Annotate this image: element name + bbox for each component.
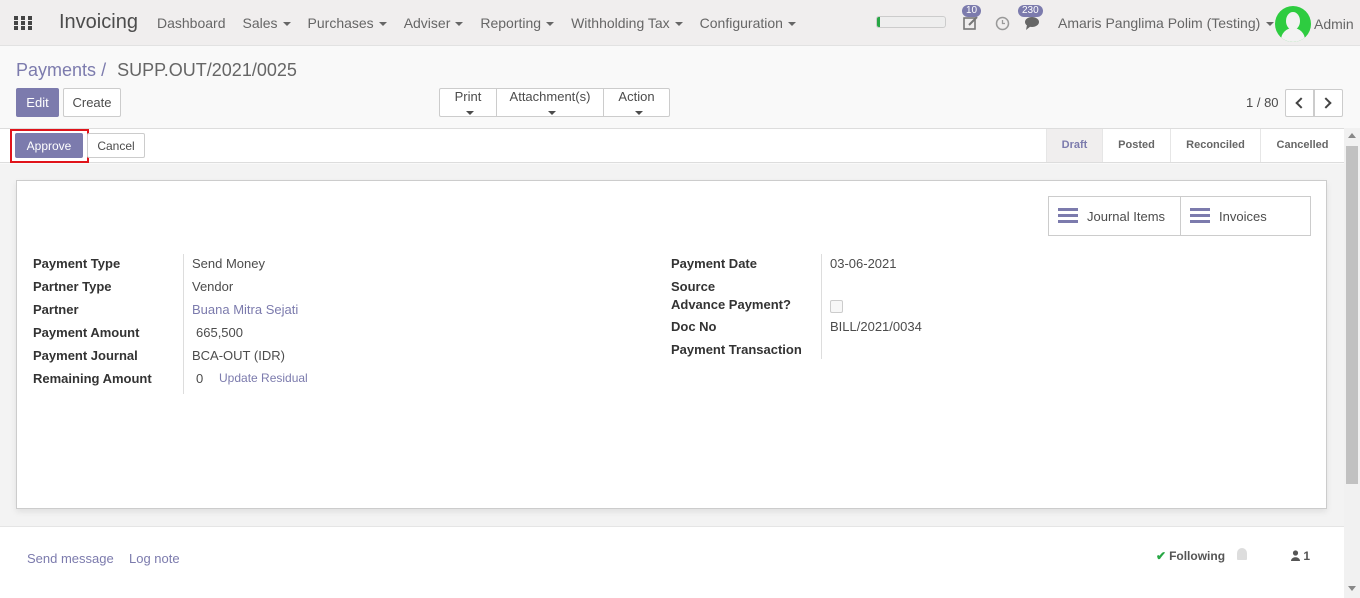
send-message-link[interactable]: Send message [27, 551, 114, 566]
pager-previous-button[interactable] [1285, 89, 1314, 117]
field-label-payment-amount: Payment Amount [33, 325, 140, 340]
messages-count-badge: 230 [1018, 5, 1043, 17]
top-navbar: Invoicing Dashboard Sales Purchases Advi… [0, 0, 1360, 46]
field-payment-journal: BCA-OUT (IDR) [192, 348, 285, 363]
caret-down-icon [455, 22, 464, 27]
caret-down-icon [546, 22, 555, 27]
avatar[interactable] [1275, 6, 1311, 42]
menu-sales[interactable]: Sales [243, 15, 291, 31]
field-remaining-amount: 0 [196, 371, 204, 386]
field-label-partner: Partner [33, 302, 79, 317]
stage-posted[interactable]: Posted [1102, 129, 1170, 162]
field-label-payment-journal: Payment Journal [33, 348, 138, 363]
caret-down-icon [548, 110, 556, 115]
caret-down-icon [282, 22, 291, 27]
stage-reconciled[interactable]: Reconciled [1170, 129, 1260, 162]
approve-button[interactable]: Approve [15, 133, 83, 158]
user-icon [1291, 550, 1300, 561]
edit-activity-icon[interactable] [962, 14, 980, 36]
breadcrumb-payments-link[interactable]: Payments [16, 60, 96, 80]
field-separator [821, 254, 822, 359]
attachments-dropdown[interactable]: Attachment(s) [496, 88, 604, 117]
followers-button[interactable]: 1 [1291, 549, 1310, 563]
caret-down-icon [1266, 22, 1275, 27]
update-residual-button[interactable]: Update Residual [213, 371, 314, 385]
apps-icon[interactable] [14, 16, 32, 30]
menu-purchases[interactable]: Purchases [308, 15, 387, 31]
scrollbar-thumb[interactable] [1346, 146, 1358, 484]
field-doc-no: BILL/2021/0034 [830, 319, 922, 334]
list-icon [1058, 208, 1078, 224]
field-partner-type: Vendor [192, 279, 234, 294]
clock-icon[interactable] [995, 16, 1010, 35]
print-dropdown[interactable]: Print [439, 88, 497, 117]
menu-reporting[interactable]: Reporting [480, 15, 555, 31]
field-separator [183, 254, 184, 394]
caret-down-icon [634, 110, 643, 115]
invoices-button[interactable]: Invoices [1180, 197, 1310, 235]
caret-down-icon [787, 22, 796, 27]
list-icon [1190, 208, 1210, 224]
check-icon: ✔ [1156, 549, 1167, 563]
field-partner-link[interactable]: Buana Mitra Sejati [192, 302, 298, 317]
create-button[interactable]: Create [63, 88, 121, 117]
menu-withholding-tax[interactable]: Withholding Tax [571, 15, 683, 31]
chat-icon[interactable] [1024, 16, 1042, 36]
field-payment-amount: 665,500 [196, 325, 243, 340]
advance-payment-checkbox[interactable] [830, 300, 843, 313]
field-label-remaining-amount: Remaining Amount [33, 371, 152, 386]
smart-buttons: Journal Items Invoices [1048, 196, 1311, 236]
menu-adviser[interactable]: Adviser [404, 15, 464, 31]
journal-items-button[interactable]: Journal Items [1049, 197, 1180, 235]
scroll-up-arrow-icon[interactable] [1348, 133, 1356, 138]
progress-fill [877, 17, 881, 27]
main-menu: Dashboard Sales Purchases Adviser Report… [157, 15, 813, 31]
following-button[interactable]: ✔ Following [1156, 549, 1225, 563]
field-payment-date: 03-06-2021 [830, 256, 897, 271]
pager-value[interactable]: 1 / 80 [1246, 95, 1279, 110]
page-title: SUPP.OUT/2021/0025 [117, 60, 297, 80]
activity-count-badge: 10 [962, 5, 982, 17]
pager-next-button[interactable] [1314, 89, 1343, 117]
caret-down-icon [378, 22, 387, 27]
vertical-scrollbar[interactable] [1344, 128, 1360, 598]
log-note-link[interactable]: Log note [129, 551, 180, 566]
field-label-payment-date: Payment Date [671, 256, 757, 271]
menu-dashboard[interactable]: Dashboard [157, 15, 226, 31]
chevron-right-icon [1320, 97, 1332, 109]
bell-icon[interactable] [1237, 548, 1247, 560]
field-label-doc-no: Doc No [671, 319, 717, 334]
field-label-source: Source [671, 279, 716, 294]
stage-cancelled[interactable]: Cancelled [1260, 129, 1344, 162]
stage-draft: Draft [1046, 129, 1102, 162]
caret-down-icon [674, 22, 683, 27]
company-user-menu[interactable]: Amaris Panglima Polim (Testing) [1058, 15, 1275, 31]
caret-down-icon [466, 110, 474, 115]
breadcrumb: Payments / SUPP.OUT/2021/0025 [16, 60, 297, 81]
scroll-down-arrow-icon[interactable] [1348, 586, 1356, 591]
user-name[interactable]: Admin [1314, 16, 1354, 32]
cancel-button[interactable]: Cancel [87, 133, 145, 158]
field-label-payment-type: Payment Type [33, 256, 121, 271]
field-payment-type: Send Money [192, 256, 265, 271]
chatter [0, 526, 1344, 598]
field-label-partner-type: Partner Type [33, 279, 112, 294]
breadcrumb-separator: / [101, 60, 107, 80]
field-label-payment-transaction: Payment Transaction [671, 342, 802, 357]
action-dropdown[interactable]: Action [603, 88, 670, 117]
menu-configuration[interactable]: Configuration [700, 15, 796, 31]
onboarding-progress-bar[interactable] [876, 16, 946, 28]
field-label-advance-payment: Advance Payment? [671, 297, 791, 312]
app-title: Invoicing [59, 11, 138, 33]
chevron-left-icon [1295, 97, 1307, 109]
edit-button[interactable]: Edit [16, 88, 59, 117]
status-bar: Draft Posted Reconciled Cancelled [0, 128, 1344, 163]
